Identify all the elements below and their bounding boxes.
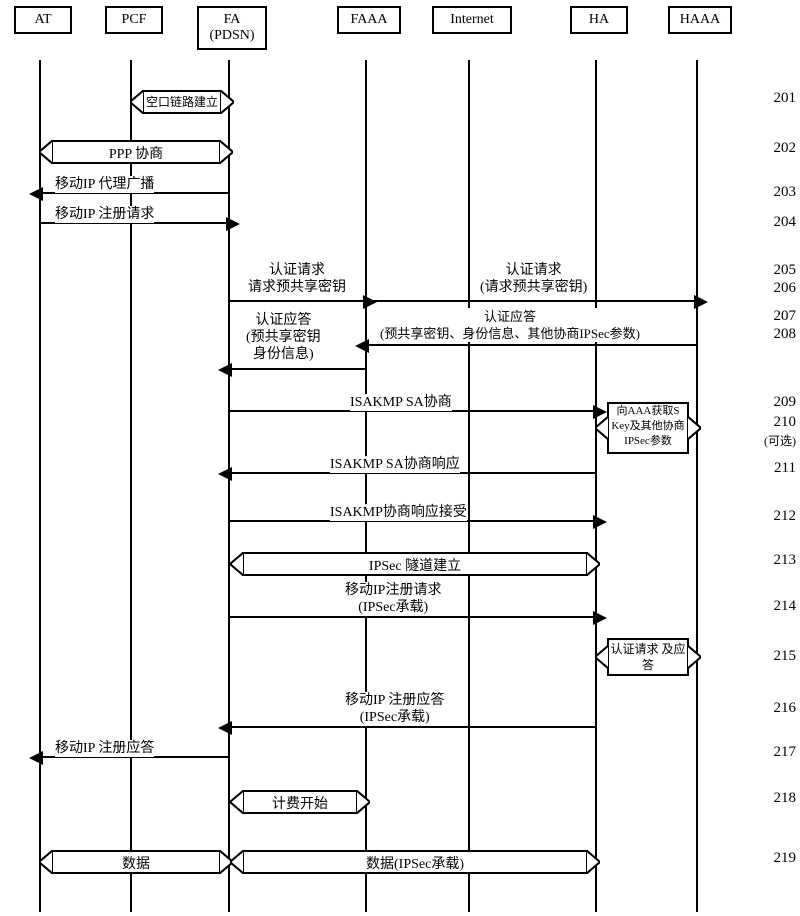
arrow-hollow-right-icon <box>687 416 701 440</box>
step-204: 204 <box>774 214 797 231</box>
arrow-hollow-right-icon <box>586 850 600 874</box>
actor-at: AT <box>14 6 72 34</box>
actor-ha: HA <box>570 6 628 34</box>
label-203: 移动IP 代理广播 <box>55 176 154 193</box>
actor-internet: Internet <box>432 6 512 34</box>
arrow-right-icon <box>363 295 377 309</box>
actor-haaa: HAAA <box>668 6 732 34</box>
step-215: 215 <box>774 648 797 665</box>
arrow-hollow-right-icon <box>586 552 600 576</box>
msg-206 <box>367 300 696 302</box>
label-211: ISAKMP SA协商响应 <box>330 456 460 473</box>
arrow-hollow-right-icon <box>219 140 233 164</box>
msg-216 <box>230 726 595 728</box>
step-218: 218 <box>774 790 797 807</box>
label-204: 移动IP 注册请求 <box>55 206 154 223</box>
step-202: 202 <box>774 140 797 157</box>
step-217: 217 <box>774 744 797 761</box>
label-217: 移动IP 注册应答 <box>55 740 154 757</box>
label-205: 认证请求 请求预共享密钥 <box>248 262 346 296</box>
arrow-right-icon <box>226 217 240 231</box>
label-212: ISAKMP协商响应接受 <box>330 504 467 521</box>
step-213: 213 <box>774 552 797 569</box>
lifeline-fa <box>228 60 230 912</box>
arrow-right-icon <box>593 611 607 625</box>
arrow-hollow-right-icon <box>356 790 370 814</box>
arrow-hollow-left-icon <box>39 850 53 874</box>
msg-219b: 数据(IPSec承载) <box>242 850 588 874</box>
step-211: 211 <box>774 460 796 477</box>
arrow-right-icon <box>694 295 708 309</box>
lifeline-faaa <box>365 60 367 912</box>
arrow-hollow-left-icon <box>39 140 53 164</box>
label-206: 认证请求 (请求预共享密钥) <box>480 262 587 296</box>
arrow-hollow-left-icon <box>230 790 244 814</box>
msg-208 <box>230 368 365 370</box>
msg-202-ppp: PPP 协商 <box>51 140 221 164</box>
lifeline-internet <box>468 60 470 912</box>
arrow-hollow-left-icon <box>595 416 609 440</box>
step-207: 207 <box>774 308 797 325</box>
arrow-left-icon <box>355 339 369 353</box>
arrow-hollow-left-icon <box>130 90 144 114</box>
step-214: 214 <box>774 598 797 615</box>
msg-214 <box>230 616 595 618</box>
arrow-hollow-left-icon <box>595 645 609 669</box>
arrow-left-icon <box>218 467 232 481</box>
arrow-hollow-left-icon <box>230 850 244 874</box>
actor-faaa: FAAA <box>337 6 401 34</box>
msg-215: 认证请求 及应答 <box>607 638 689 676</box>
msg-205 <box>230 300 365 302</box>
arrow-right-icon <box>593 515 607 529</box>
msg-218: 计费开始 <box>242 790 358 814</box>
step-206: 206 <box>774 280 797 297</box>
actor-pcf: PCF <box>105 6 163 34</box>
msg-210: 向AAA获取S Key及其他协商 IPSec参数 <box>607 402 689 454</box>
arrow-left-icon <box>29 187 43 201</box>
step-205: 205 <box>774 262 797 279</box>
step-210-optional: (可选) <box>764 432 796 449</box>
lifeline-ha <box>595 60 597 912</box>
label-207: 认证应答 (预共享密钥、身份信息、其他协商IPSec参数) <box>380 308 640 342</box>
step-203: 203 <box>774 184 797 201</box>
step-219: 219 <box>774 850 797 867</box>
label-216: 移动IP 注册应答 (IPSec承载) <box>345 692 444 726</box>
arrow-left-icon <box>218 721 232 735</box>
msg-207 <box>367 344 696 346</box>
step-216: 216 <box>774 700 797 717</box>
arrow-left-icon <box>218 363 232 377</box>
arrow-hollow-right-icon <box>687 645 701 669</box>
msg-213: IPSec 隧道建立 <box>242 552 588 576</box>
label-209: ISAKMP SA协商 <box>350 394 452 411</box>
step-210: 210 <box>774 414 797 431</box>
sequence-diagram: AT PCF FA (PDSN) FAAA Internet HA HAAA 空… <box>0 0 800 916</box>
arrow-left-icon <box>29 751 43 765</box>
msg-201-link-setup: 空口链路建立 <box>142 90 222 114</box>
msg-219a: 数据 <box>51 850 221 874</box>
step-201: 201 <box>774 90 797 107</box>
actor-fa: FA (PDSN) <box>197 6 267 50</box>
label-214: 移动IP注册请求 (IPSec承载) <box>345 582 441 616</box>
label-208: 认证应答 (预共享密钥 身份信息) <box>246 312 321 363</box>
step-209: 209 <box>774 394 797 411</box>
step-208: 208 <box>774 326 797 343</box>
lifeline-haaa <box>696 60 698 912</box>
arrow-hollow-left-icon <box>230 552 244 576</box>
step-212: 212 <box>774 508 797 525</box>
arrow-hollow-right-icon <box>220 90 234 114</box>
